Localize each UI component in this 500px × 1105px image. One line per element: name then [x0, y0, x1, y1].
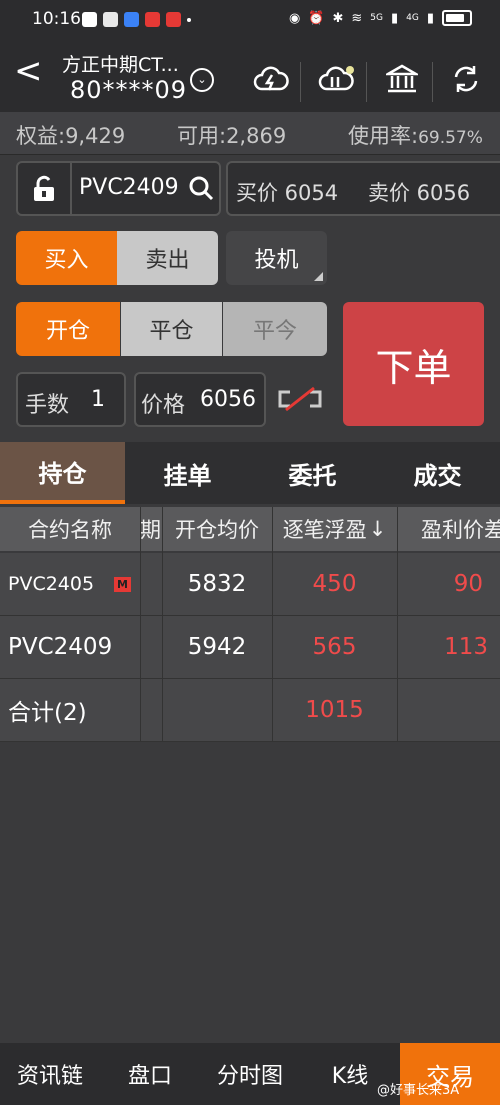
divider	[366, 62, 367, 102]
avg-price: 5942	[187, 634, 247, 660]
app-icon	[103, 12, 118, 27]
tab-orders[interactable]: 委托	[250, 442, 375, 504]
status-right: ◉ ⏰ ✱ ≋ 5G ▮ 4G ▮	[289, 10, 472, 26]
buy-button[interactable]: 买入	[16, 231, 117, 285]
main-contract-badge: M	[114, 553, 131, 615]
total-label: 合计(2)	[8, 700, 87, 726]
battery-icon	[442, 10, 472, 26]
back-arrow-icon[interactable]: <	[14, 54, 43, 88]
account-number[interactable]: 80****09	[70, 76, 187, 104]
float-pnl: 565	[312, 634, 357, 660]
tab-positions[interactable]: 持仓	[0, 442, 125, 504]
signal-label-2: 4G	[406, 13, 419, 23]
quote-box: 买价 6054 卖价 6056	[226, 161, 500, 216]
chevron-down-icon[interactable]: ⌄	[190, 68, 214, 92]
more-dot-icon	[187, 18, 191, 22]
account-name[interactable]: 方正中期CT...	[62, 50, 179, 77]
contract-name: PVC2409	[8, 634, 113, 660]
wifi-icon: ≋	[351, 10, 363, 26]
bluetooth-icon: ✱	[332, 10, 344, 26]
price-value[interactable]: 6056	[200, 387, 256, 412]
close-today-button[interactable]: 平今	[223, 302, 327, 356]
search-icon[interactable]	[188, 175, 214, 205]
divider	[432, 62, 433, 102]
equity: 权益:9,429	[16, 124, 126, 148]
nav-news-chain[interactable]: 资讯链	[0, 1043, 100, 1105]
column-divider	[162, 507, 163, 741]
col-spread[interactable]: 盈利价差	[397, 507, 500, 551]
sort-down-icon: ↓	[368, 517, 387, 541]
unlink-icon[interactable]	[276, 384, 324, 418]
speculation-label: 投机	[254, 248, 299, 273]
submit-order-button[interactable]: 下单	[343, 302, 484, 426]
refresh-icon[interactable]	[446, 62, 486, 96]
avg-price: 5832	[187, 571, 247, 597]
mail-icon	[166, 12, 181, 27]
col-contract[interactable]: 合约名称	[0, 507, 140, 551]
tab-trades[interactable]: 成交	[375, 442, 500, 504]
ask-price: 卖价 6056	[368, 181, 471, 205]
cloud-app-icon	[124, 12, 139, 27]
float-pnl: 450	[312, 571, 357, 597]
column-divider	[140, 507, 141, 741]
divider	[300, 62, 301, 102]
gift-icon	[82, 12, 97, 27]
alarm-icon: ⏰	[308, 10, 325, 26]
dropdown-corner-icon	[314, 272, 323, 281]
signal-icon-2: ▮	[426, 10, 434, 26]
bid-price: 买价 6054	[236, 181, 339, 205]
usage-value: 69.57%	[418, 128, 483, 148]
open-position-button[interactable]: 开仓	[16, 302, 120, 356]
quantity-field[interactable]: 手数 1	[16, 372, 126, 427]
cloud-sync-icon[interactable]	[316, 62, 356, 96]
unlock-icon[interactable]	[18, 163, 72, 214]
contract-input[interactable]: PVC2409	[79, 175, 179, 200]
quantity-value[interactable]: 1	[91, 387, 105, 412]
speculation-dropdown[interactable]: 投机	[226, 231, 327, 285]
quantity-label: 手数	[25, 393, 70, 418]
available: 可用:2,869	[177, 124, 287, 148]
nav-order-book[interactable]: 盘口	[100, 1043, 200, 1105]
table-row[interactable]: PVC2409 5942 565 113	[0, 616, 500, 679]
watermark: @好事长来3A	[377, 1083, 460, 1098]
cloud-lightning-icon[interactable]	[251, 62, 291, 96]
close-position-button[interactable]: 平仓	[121, 302, 222, 356]
contract-name: PVC2405	[8, 573, 95, 595]
status-time: 10:16	[32, 9, 81, 29]
usage-label: 使用率:	[348, 124, 419, 148]
col-float-pnl[interactable]: 逐笔浮盈 ↓	[272, 507, 397, 551]
table-header: 合约名称 期 开仓均价 逐笔浮盈 ↓ 盈利价差	[0, 507, 500, 551]
column-divider	[272, 507, 273, 741]
bank-icon[interactable]	[382, 62, 422, 96]
price-label: 价格	[141, 393, 186, 418]
col-float-pnl-label: 逐笔浮盈	[282, 518, 367, 542]
contract-selector[interactable]: PVC2409	[16, 161, 221, 216]
usage-rate: 使用率:69.57%	[348, 120, 483, 150]
app-header: < 方正中期CT... 80****09 ⌄	[0, 40, 500, 112]
total-float-pnl: 1015	[305, 697, 364, 723]
notification-icons	[82, 12, 191, 27]
tab-pending[interactable]: 挂单	[125, 442, 250, 504]
table-row[interactable]: PVC2405 M 5832 450 90	[0, 553, 500, 616]
profit-spread: 113	[444, 634, 488, 660]
price-field[interactable]: 价格 6056	[134, 372, 266, 427]
position-tabs: 持仓 挂单 委托 成交	[0, 442, 500, 504]
signal-label: 5G	[370, 13, 383, 23]
signal-icon: ▮	[390, 10, 399, 26]
sell-button[interactable]: 卖出	[117, 231, 218, 285]
col-avg-price[interactable]: 开仓均价	[162, 507, 272, 551]
status-bar: 10:16 ◉ ⏰ ✱ ≋ 5G ▮ 4G ▮	[0, 0, 500, 40]
table-total-row: 合计(2) 1015	[0, 679, 500, 742]
bottom-nav: 资讯链 盘口 分时图 K线 交易 @好事长来3A	[0, 1043, 500, 1105]
taobao-icon	[145, 12, 160, 27]
col-period[interactable]: 期	[140, 507, 162, 551]
column-divider	[397, 507, 398, 741]
eye-icon: ◉	[288, 10, 301, 26]
nav-timeshare[interactable]: 分时图	[200, 1043, 300, 1105]
profit-spread: 90	[453, 571, 483, 597]
account-summary: 权益:9,429 可用:2,869 使用率:69.57%	[0, 112, 500, 155]
